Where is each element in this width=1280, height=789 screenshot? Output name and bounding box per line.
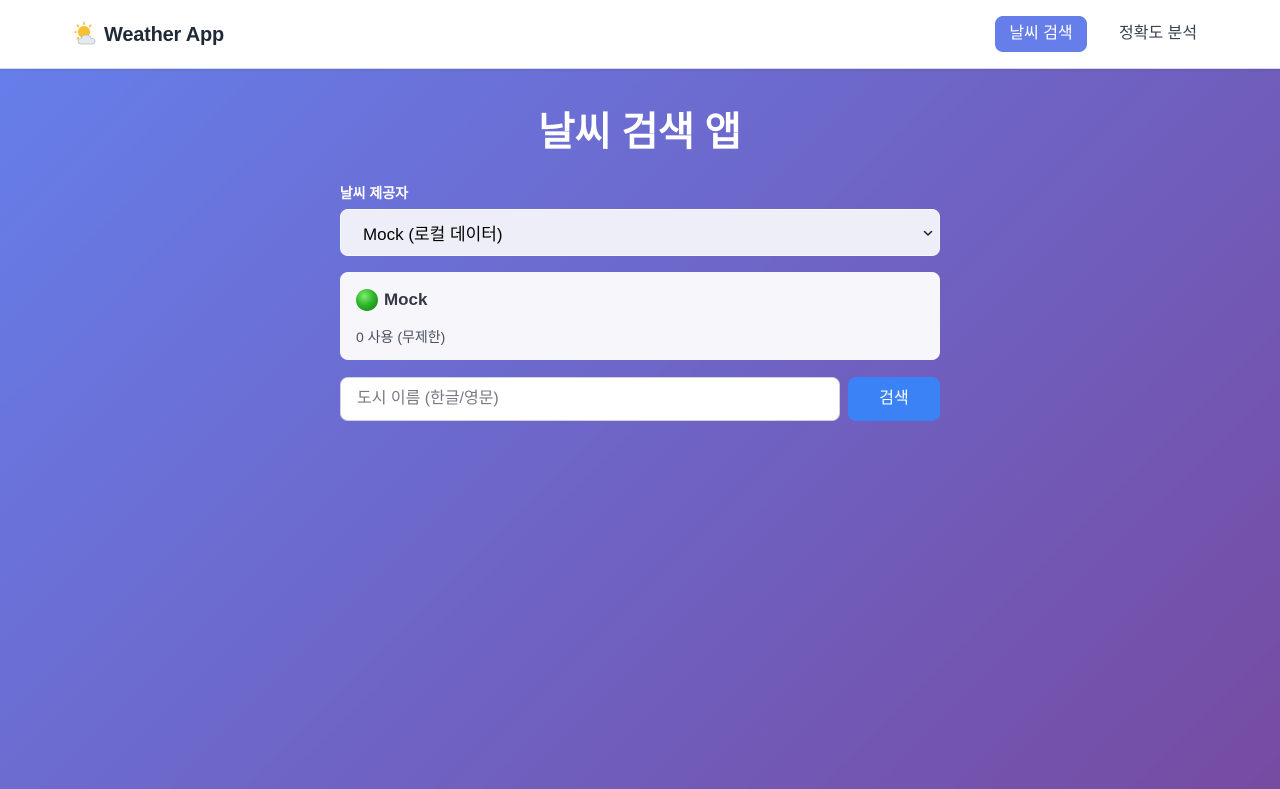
chevron-down-icon	[922, 226, 934, 238]
search-button[interactable]: 검색	[848, 377, 940, 421]
provider-status-row: Mock	[356, 289, 427, 311]
main-area: 날씨 검색 앱 날씨 제공자 Mock (로컬 데이터) Mock 0 사용 (…	[0, 69, 1280, 789]
green-circle-icon	[356, 289, 378, 311]
provider-status-card: Mock 0 사용 (무제한)	[340, 272, 940, 360]
provider-usage-text: 0 사용 (무제한)	[356, 329, 446, 345]
provider-select[interactable]: Mock (로컬 데이터)	[340, 209, 940, 256]
provider-select-value: Mock (로컬 데이터)	[363, 225, 503, 244]
city-search-input[interactable]	[340, 377, 840, 421]
brand-title: Weather App	[104, 23, 225, 46]
brand[interactable]: Weather App	[72, 20, 224, 50]
provider-label: 날씨 제공자	[340, 185, 409, 201]
navbar: Weather App 날씨 검색 정확도 분석	[0, 0, 1280, 69]
sun-behind-cloud-icon	[72, 21, 100, 49]
provider-status-name: Mock	[384, 290, 428, 309]
page-title: 날씨 검색 앱	[538, 110, 742, 154]
nav-weather-search[interactable]: 날씨 검색	[995, 16, 1087, 52]
nav-accuracy-analysis[interactable]: 정확도 분석	[1103, 16, 1213, 52]
